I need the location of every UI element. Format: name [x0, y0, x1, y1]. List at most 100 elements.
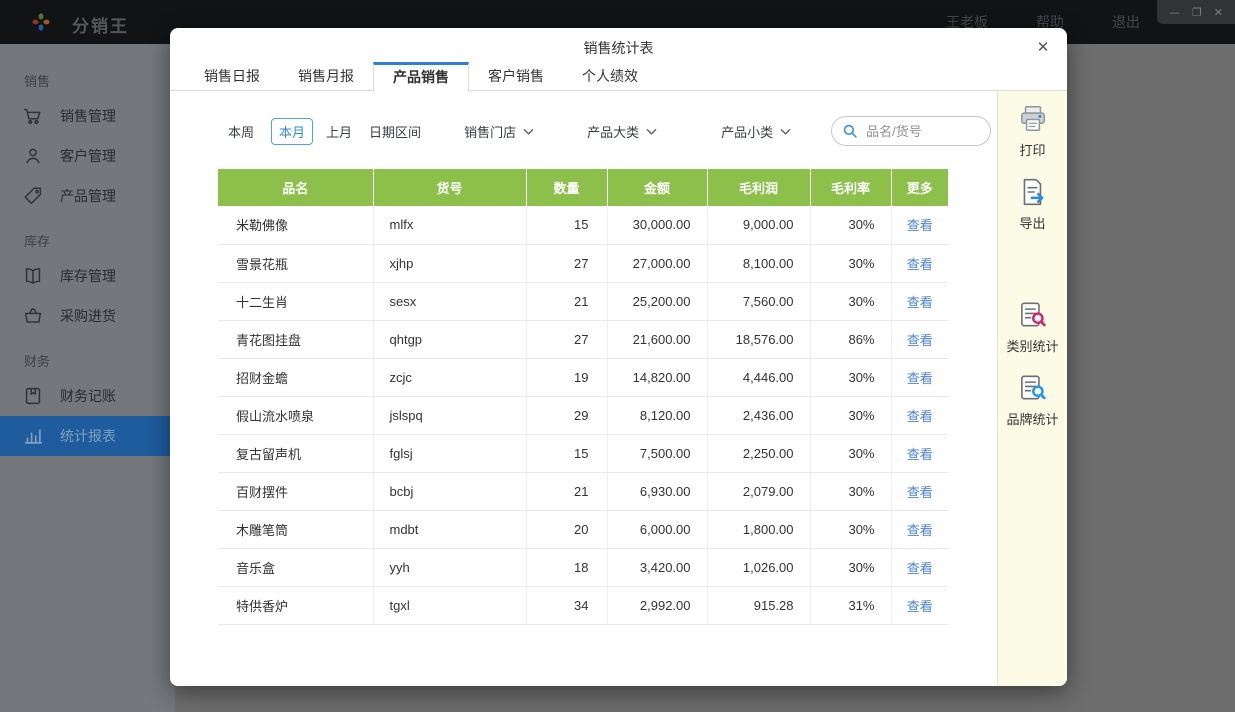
sidebar-item-customer-management[interactable]: 客户管理: [0, 136, 175, 176]
view-link[interactable]: 查看: [907, 447, 933, 462]
printer-icon: [1017, 103, 1049, 135]
cell-qty: 20: [526, 510, 607, 548]
book-icon: [22, 265, 44, 287]
cell-qty: 15: [526, 434, 607, 472]
category-stats-button[interactable]: 类别统计: [1006, 299, 1058, 355]
tag-icon: [22, 185, 44, 207]
action-label: 类别统计: [1006, 336, 1058, 355]
tab-monthly-sales[interactable]: 销售月报: [279, 62, 373, 91]
view-link[interactable]: 查看: [907, 218, 933, 233]
sidebar-item-inventory-management[interactable]: 库存管理: [0, 256, 175, 296]
cell-profit: 9,000.00: [707, 206, 810, 244]
tab-customer-sales[interactable]: 客户销售: [469, 62, 563, 91]
cell-qty: 21: [526, 282, 607, 320]
view-link[interactable]: 查看: [907, 371, 933, 386]
cell-amount: 14,820.00: [607, 358, 707, 396]
app-logo-icon: [30, 11, 52, 33]
cell-sku: xjhp: [373, 244, 526, 282]
tab-daily-sales[interactable]: 销售日报: [185, 62, 279, 91]
sidebar-item-purchasing[interactable]: 采购进货: [0, 296, 175, 336]
cell-more: 查看: [891, 206, 948, 244]
close-icon[interactable]: ✕: [1033, 38, 1053, 58]
cart-icon: [22, 105, 44, 127]
table-header-cell: 金额: [607, 169, 707, 206]
cell-amount: 8,120.00: [607, 396, 707, 434]
sidebar-section-label: 销售: [0, 68, 175, 96]
table-row: 音乐盒yyh183,420.001,026.0030%查看: [218, 548, 948, 586]
brand-stats-button[interactable]: 品牌统计: [1006, 372, 1058, 428]
view-link[interactable]: 查看: [907, 295, 933, 310]
view-link[interactable]: 查看: [907, 599, 933, 614]
dialog-titlebar: 销售统计表 ✕: [170, 28, 1067, 62]
sidebar-section-label: 库存: [0, 228, 175, 256]
sidebar-item-product-management[interactable]: 产品管理: [0, 176, 175, 216]
sidebar-section: 财务财务记账统计报表: [0, 348, 175, 456]
cell-sku: tgxl: [373, 586, 526, 624]
table-row: 百财摆件bcbj216,930.002,079.0030%查看: [218, 472, 948, 510]
view-link[interactable]: 查看: [907, 333, 933, 348]
tab-bar: 销售日报销售月报产品销售客户销售个人绩效: [170, 62, 1067, 91]
cell-margin: 30%: [810, 282, 891, 320]
search-input[interactable]: [866, 124, 980, 139]
cell-sku: mdbt: [373, 510, 526, 548]
cell-amount: 6,930.00: [607, 472, 707, 510]
cell-qty: 27: [526, 244, 607, 282]
dropdown-label: 产品大类: [587, 122, 639, 141]
view-link[interactable]: 查看: [907, 409, 933, 424]
cell-profit: 1,026.00: [707, 548, 810, 586]
sidebar: 销售销售管理客户管理产品管理库存库存管理采购进货财务财务记账统计报表: [0, 44, 175, 712]
export-button[interactable]: 导出: [1017, 176, 1049, 232]
period-option-date-range[interactable]: 日期区间: [367, 119, 423, 144]
sidebar-item-finance-records[interactable]: 财务记账: [0, 376, 175, 416]
table-row: 假山流水喷泉jslspq298,120.002,436.0030%查看: [218, 396, 948, 434]
cell-sku: sesx: [373, 282, 526, 320]
action-label: 品牌统计: [1006, 409, 1058, 428]
table-body: 米勒佛像mlfx1530,000.009,000.0030%查看雪景花瓶xjhp…: [218, 206, 948, 624]
print-button[interactable]: 打印: [1017, 103, 1049, 159]
cell-margin: 30%: [810, 358, 891, 396]
period-option-this-month[interactable]: 本月: [271, 118, 313, 145]
sidebar-section: 销售销售管理客户管理产品管理: [0, 68, 175, 216]
sidebar-item-label: 库存管理: [60, 266, 116, 286]
sales-statistics-dialog: 销售统计表 ✕ 销售日报销售月报产品销售客户销售个人绩效 本周本月上月日期区间 …: [170, 28, 1067, 686]
table-row: 特供香炉tgxl342,992.00915.2831%查看: [218, 586, 948, 624]
app-title: 分销王: [72, 12, 129, 37]
minor-category-dropdown[interactable]: 产品小类: [721, 122, 791, 141]
cell-sku: mlfx: [373, 206, 526, 244]
period-option-this-week[interactable]: 本周: [226, 119, 256, 144]
minimize-window-icon[interactable]: —: [1169, 7, 1180, 18]
cell-qty: 18: [526, 548, 607, 586]
cell-more: 查看: [891, 434, 948, 472]
sidebar-item-statistics-reports[interactable]: 统计报表: [0, 416, 175, 456]
sidebar-item-sales-management[interactable]: 销售管理: [0, 96, 175, 136]
view-link[interactable]: 查看: [907, 257, 933, 272]
view-link[interactable]: 查看: [907, 485, 933, 500]
tab-product-sales[interactable]: 产品销售: [373, 62, 469, 92]
cell-margin: 30%: [810, 244, 891, 282]
tab-content: 本周本月上月日期区间 销售门店产品大类产品小类 品名货号数量金额毛利润毛利率更多…: [170, 91, 997, 686]
major-category-dropdown[interactable]: 产品大类: [587, 122, 657, 141]
store-dropdown[interactable]: 销售门店: [464, 122, 534, 141]
cell-sku: qhtgp: [373, 320, 526, 358]
view-link[interactable]: 查看: [907, 523, 933, 538]
table-row: 复古留声机fglsj157,500.002,250.0030%查看: [218, 434, 948, 472]
cell-name: 十二生肖: [218, 282, 373, 320]
view-link[interactable]: 查看: [907, 561, 933, 576]
chevron-down-icon: [523, 124, 534, 139]
cell-profit: 8,100.00: [707, 244, 810, 282]
cell-sku: bcbj: [373, 472, 526, 510]
cell-more: 查看: [891, 396, 948, 434]
sidebar-section: 库存库存管理采购进货: [0, 228, 175, 336]
ledger-icon: [22, 385, 44, 407]
cell-more: 查看: [891, 282, 948, 320]
period-option-last-month[interactable]: 上月: [324, 119, 354, 144]
cell-margin: 30%: [810, 472, 891, 510]
export-icon: [1017, 176, 1049, 208]
cell-name: 特供香炉: [218, 586, 373, 624]
tab-personal-performance[interactable]: 个人绩效: [563, 62, 657, 91]
topbar-menu-logout[interactable]: 退出: [1112, 12, 1140, 32]
cell-margin: 30%: [810, 206, 891, 244]
maximize-window-icon[interactable]: ❐: [1192, 7, 1202, 18]
dialog-title: 销售统计表: [584, 32, 654, 58]
close-window-icon[interactable]: ✕: [1214, 7, 1223, 18]
